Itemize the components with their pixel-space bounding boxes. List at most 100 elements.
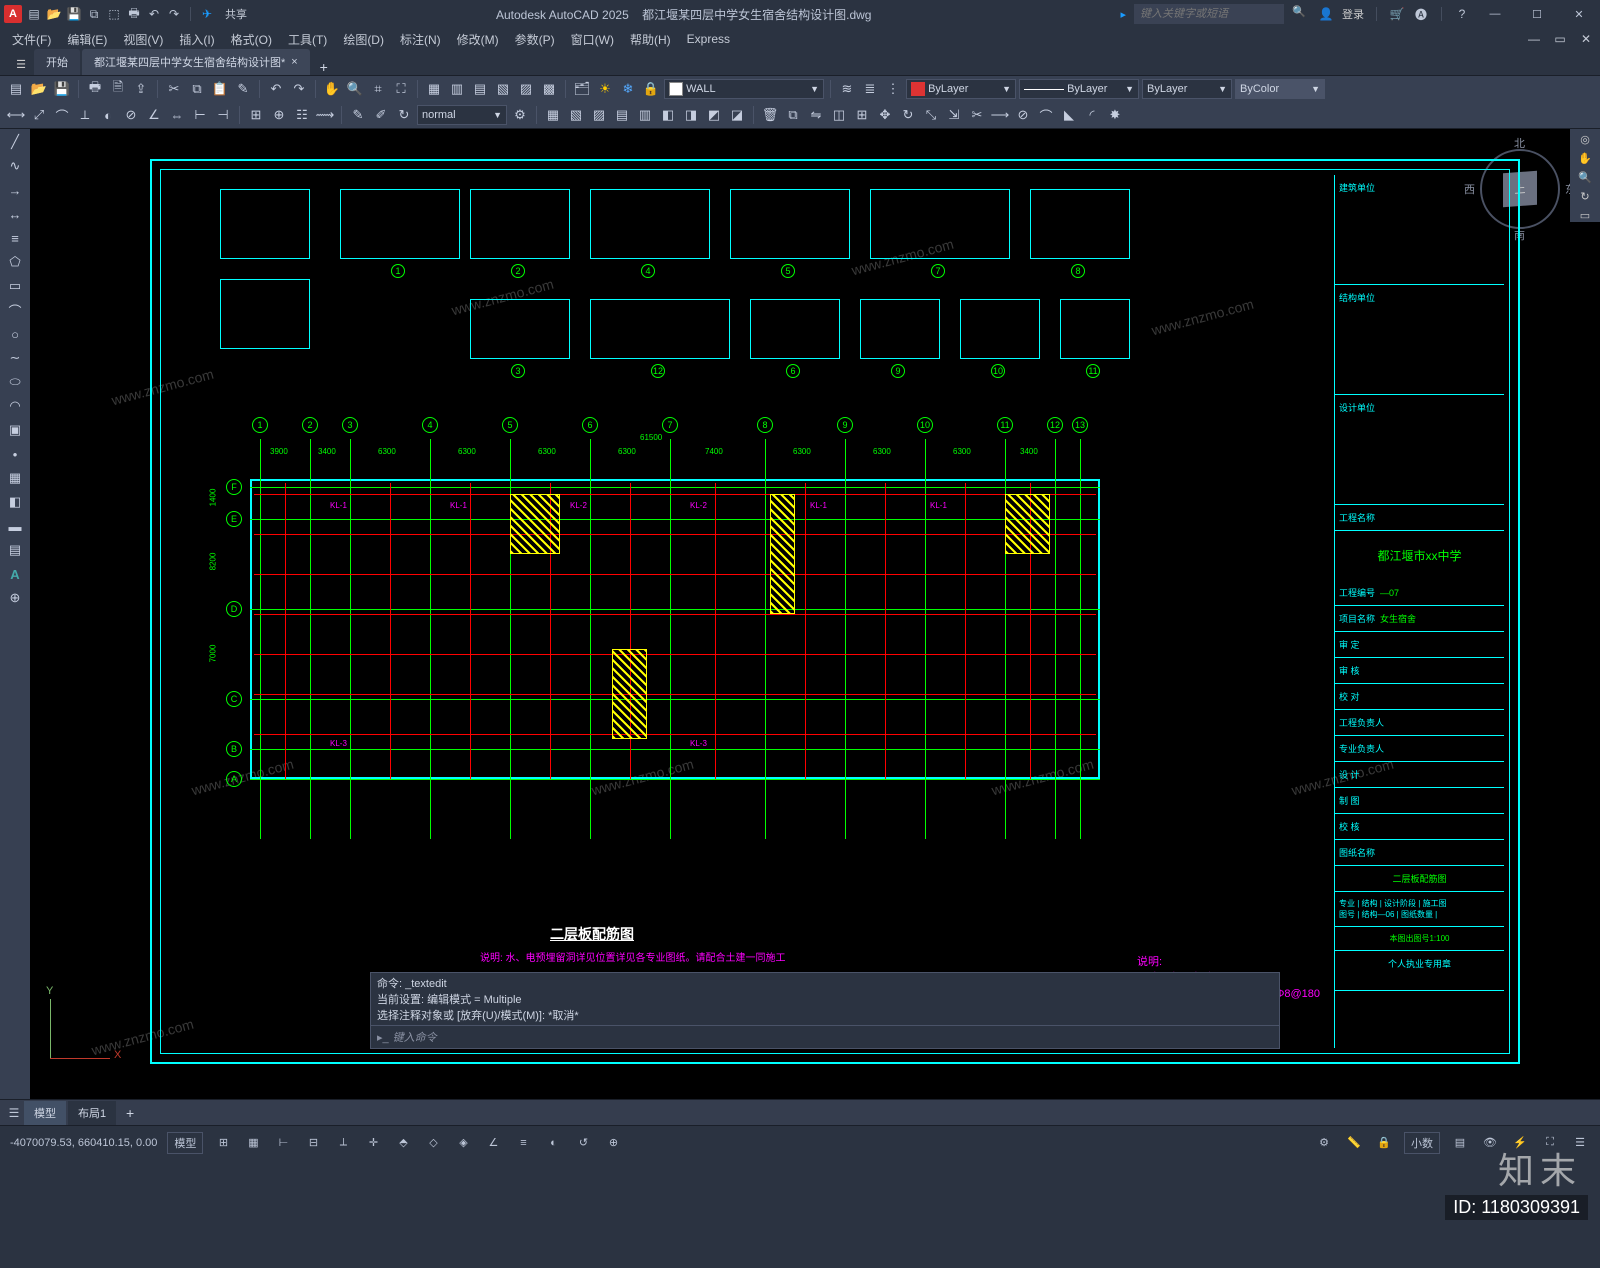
minimize-button[interactable]: — [1478,0,1512,28]
command-input[interactable]: ▸_ 键入命令 [370,1025,1280,1049]
scale-icon[interactable]: ⤡ [921,105,941,125]
dim-rad-icon[interactable]: ◐ [98,105,118,125]
navbar-wheel-icon[interactable]: ◎ [1580,133,1590,146]
menu-draw[interactable]: 绘图(D) [337,29,390,50]
menu-tools[interactable]: 工具(T) [282,29,333,50]
dim-ord-icon[interactable]: ⟂ [75,105,95,125]
copy-icon[interactable]: ⧉ [187,79,207,99]
ssm-icon[interactable]: ▧ [493,79,513,99]
maximize-button[interactable]: ☐ [1520,0,1554,28]
share-icon[interactable]: ✈ [199,6,215,22]
drawing-canvas[interactable]: www.znzmo.com www.znzmo.com www.znzmo.co… [30,129,1600,1099]
tol-icon[interactable]: ⊞ [246,105,266,125]
tab-layout1[interactable]: 布局1 [68,1101,116,1125]
modelspace-toggle[interactable]: 模型 [167,1132,203,1154]
tp-icon[interactable]: ▤ [470,79,490,99]
join-icon[interactable]: ⌒ [1036,105,1056,125]
qat-save-icon[interactable]: 💾 [66,6,82,22]
offset-icon[interactable]: ◫ [829,105,849,125]
navbar-orbit-icon[interactable]: ↻ [1580,190,1589,203]
qat-undo-icon[interactable]: ↶ [146,6,162,22]
mline-icon[interactable]: ≡ [5,229,25,247]
m8-icon[interactable]: ◩ [704,105,724,125]
tab-start[interactable]: 开始 [34,49,80,75]
qat-saveas-icon[interactable]: ⧉ [86,6,102,22]
m4-icon[interactable]: ▤ [612,105,632,125]
snapmode-icon[interactable]: ▦ [243,1133,263,1153]
dim-aligned-icon[interactable]: ⤢ [29,105,49,125]
layer-mgr-icon[interactable]: 🗂 [572,79,592,99]
help-search-input[interactable] [1134,4,1284,24]
earc-icon[interactable]: ◠ [5,397,25,415]
appstore-icon[interactable]: 🛒 [1389,6,1405,22]
jog-icon[interactable]: ⟿ [315,105,335,125]
table-icon[interactable]: ▤ [5,541,25,559]
a360-icon[interactable]: 🅐 [1413,6,1429,22]
cut-icon[interactable]: ✂ [164,79,184,99]
menu-express[interactable]: Express [681,30,736,48]
qat-plot-icon[interactable]: 🖶 [126,6,142,22]
doc-min-icon[interactable]: — [1526,31,1542,47]
dim-dia-icon[interactable]: ⊘ [121,105,141,125]
dimstyle-combo[interactable]: normal▼ [417,105,507,125]
dimtedit-icon[interactable]: ✐ [371,105,391,125]
match-icon[interactable]: ✎ [233,79,253,99]
zoom-window-icon[interactable]: ⌗ [368,79,388,99]
share-label[interactable]: 共享 [225,6,247,22]
doc-restore-icon[interactable]: ▭ [1552,31,1568,47]
extend-icon[interactable]: ⟶ [990,105,1010,125]
menu-help[interactable]: 帮助(H) [624,29,677,50]
grid-toggle-icon[interactable]: ⊞ [213,1133,233,1153]
chamfer-icon[interactable]: ◣ [1059,105,1079,125]
rect-icon[interactable]: ▭ [5,277,25,295]
plotstyle-combo[interactable]: ByColor▼ [1235,79,1325,99]
cycling-icon[interactable]: ↺ [573,1133,593,1153]
doc-close-icon[interactable]: ✕ [1578,31,1594,47]
qat-new-icon[interactable]: ▤ [26,6,42,22]
dim-quick-icon[interactable]: ⇔ [167,105,187,125]
dimedit-icon[interactable]: ✎ [348,105,368,125]
tab-model[interactable]: 模型 [24,1101,66,1125]
qat-web-icon[interactable]: ⬚ [106,6,122,22]
quickprops-icon[interactable]: ▤ [1450,1133,1470,1153]
user-icon[interactable]: 👤 [1318,6,1334,22]
li3-icon[interactable]: ⋮ [883,79,903,99]
menu-file[interactable]: 文件(F) [6,29,57,50]
pan-icon[interactable]: ✋ [322,79,342,99]
m5-icon[interactable]: ▥ [635,105,655,125]
lineweight-combo[interactable]: ByLayer▼ [1142,79,1232,99]
menu-window[interactable]: 窗口(W) [565,29,620,50]
undo2-icon[interactable]: ↶ [266,79,286,99]
ortho-icon[interactable]: ⟂ [333,1133,353,1153]
menu-param[interactable]: 参数(P) [509,29,561,50]
explode-icon[interactable]: ✸ [1105,105,1125,125]
infer-icon[interactable]: ⊢ [273,1133,293,1153]
circle-icon[interactable]: ○ [5,325,25,343]
dim-linear-icon[interactable]: ⟷ [6,105,26,125]
menu-view[interactable]: 视图(V) [117,29,169,50]
arc-icon[interactable]: ⌒ [5,301,25,319]
workspace-icon[interactable]: ⚙ [1314,1133,1334,1153]
3dosnap-icon[interactable]: ◈ [453,1133,473,1153]
preview-icon[interactable]: 🗎 [108,79,128,99]
array-icon[interactable]: ⊞ [852,105,872,125]
layout-menu-icon[interactable]: ☰ [6,1105,22,1121]
m2-icon[interactable]: ▧ [566,105,586,125]
ellipse-icon[interactable]: ⬭ [5,373,25,391]
rotate-icon[interactable]: ↻ [898,105,918,125]
tab-close-icon[interactable]: × [291,56,297,68]
menu-modify[interactable]: 修改(M) [451,29,505,50]
inspect-icon[interactable]: ☷ [292,105,312,125]
zoom-extents-icon[interactable]: ⛶ [391,79,411,99]
layout-add-button[interactable]: + [118,1105,142,1121]
grad-icon[interactable]: ◧ [5,493,25,511]
li2-icon[interactable]: ≣ [860,79,880,99]
xline-icon[interactable]: ↔ [5,205,25,223]
new-icon[interactable]: ▤ [6,79,26,99]
osnap-icon[interactable]: ◇ [423,1133,443,1153]
open-icon[interactable]: 📂 [29,79,49,99]
annomonitor-icon[interactable]: ⊕ [603,1133,623,1153]
close-button[interactable]: ✕ [1562,0,1596,28]
add-sel-icon[interactable]: ⊕ [5,589,25,607]
tab-document[interactable]: 都江堰某四层中学女生宿舍结构设计图*× [82,49,310,75]
